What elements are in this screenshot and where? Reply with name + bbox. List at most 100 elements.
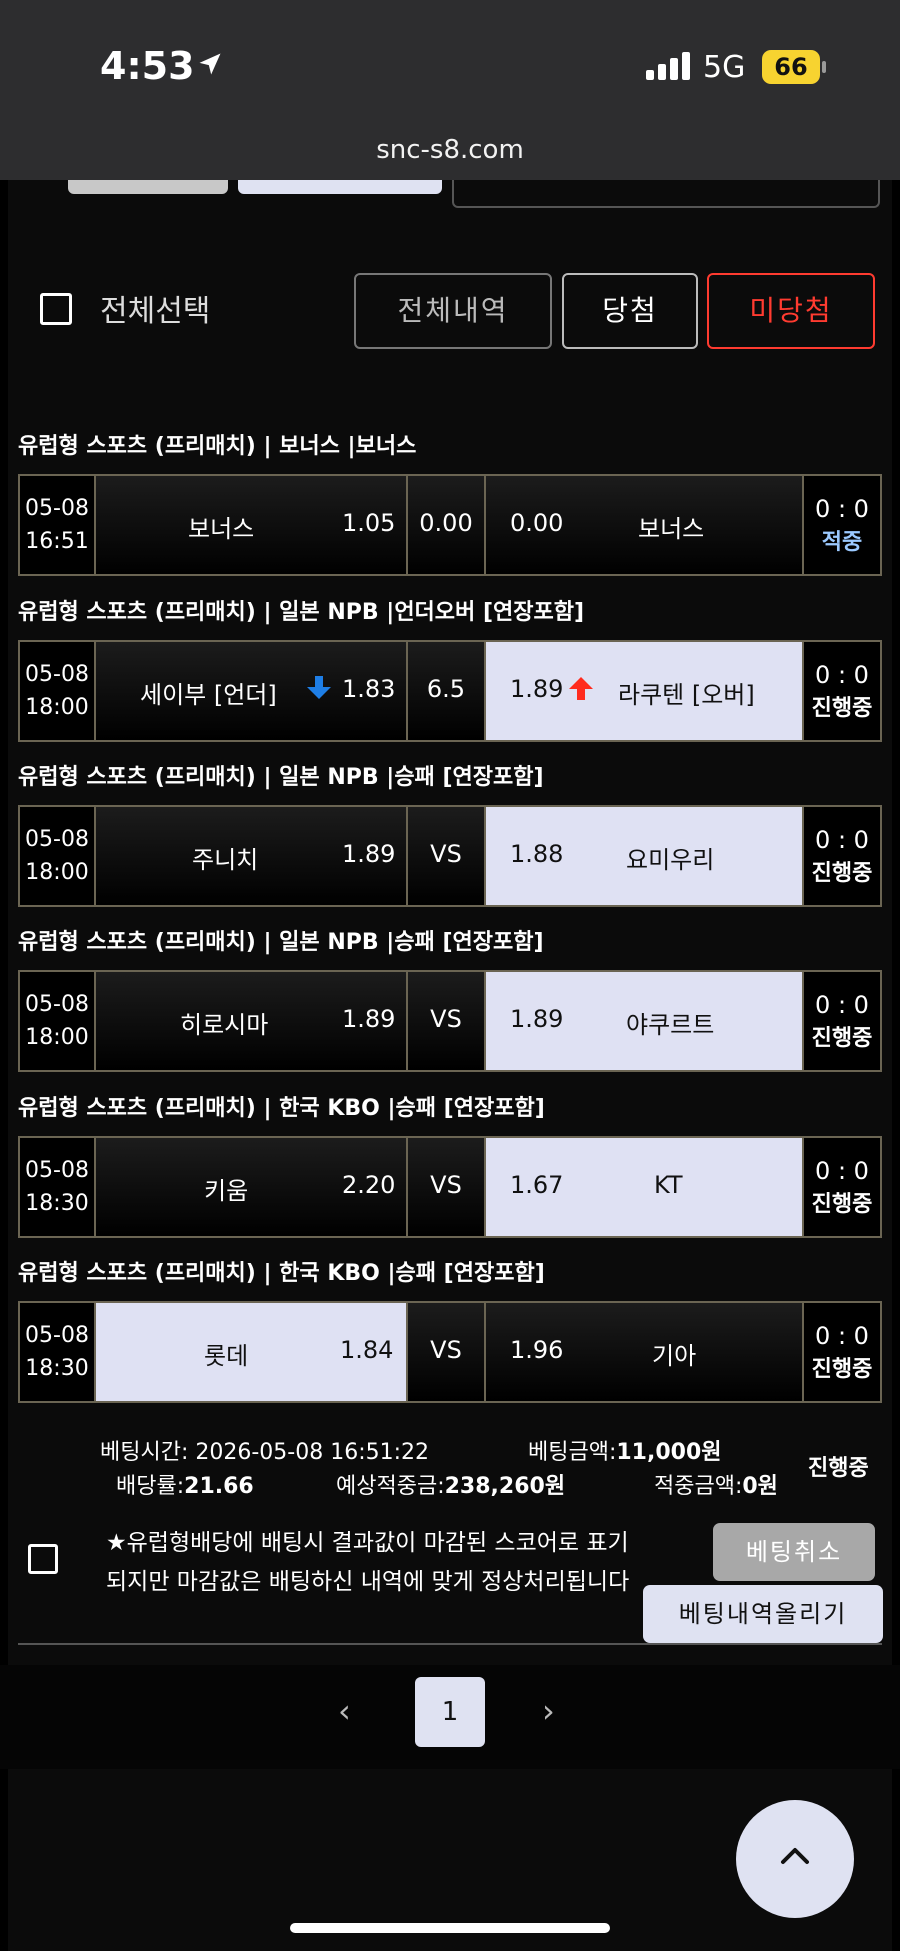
- upload-history-button[interactable]: 베팅내역올리기: [643, 1585, 883, 1643]
- vs-label: VS: [408, 1303, 486, 1401]
- divider: [18, 1643, 882, 1645]
- select-all-checkbox[interactable]: [40, 293, 72, 325]
- away-team-cell-selected[interactable]: 1.89 라쿠텐 [오버]: [486, 642, 804, 740]
- up-arrow-icon: [568, 676, 594, 704]
- away-team-name: 보너스: [638, 515, 705, 543]
- vs-label: VS: [408, 807, 486, 905]
- next-page-icon[interactable]: ›: [542, 1692, 555, 1730]
- away-team-cell-selected[interactable]: 1.67 KT: [486, 1138, 804, 1236]
- status-badge: 진행중: [811, 1192, 873, 1217]
- bet-row: 05-08 18:30 키움 2.20 VS 1.67 KT 0 : 0 진행중: [18, 1136, 882, 1238]
- status-time: 4:53: [100, 44, 195, 88]
- page-number-current[interactable]: 1: [415, 1677, 485, 1747]
- away-team-cell-selected[interactable]: 1.89 야쿠르트: [486, 972, 804, 1070]
- match-datetime: 05-08 18:30: [20, 1138, 96, 1236]
- away-odds: 1.89: [510, 1005, 564, 1033]
- score-cell: 0 : 0 진행중: [804, 642, 880, 740]
- away-odds: 1.89: [510, 675, 564, 703]
- away-team-name: 라쿠텐 [오버]: [618, 681, 755, 709]
- handicap-value: 6.5: [408, 642, 486, 740]
- group-header: 유럽형 스포츠 (프리매치) | 일본 NPB |언더오버 [연장포함]: [18, 600, 585, 625]
- away-odds: 1.88: [510, 840, 564, 868]
- away-team-name: 야쿠르트: [626, 1011, 715, 1039]
- url-bar[interactable]: snc-s8.com: [0, 135, 900, 165]
- expected-winnings: 예상적중금:238,260원: [336, 1474, 566, 1499]
- all-history-button[interactable]: 전체내역: [354, 273, 552, 349]
- score-cell: 0 : 0 진행중: [804, 1303, 880, 1401]
- handicap-value: 0.00: [408, 476, 486, 574]
- battery-icon: 66: [762, 50, 820, 84]
- home-team-name: 키움: [204, 1177, 249, 1205]
- status-badge: 진행중: [811, 861, 873, 886]
- away-odds: 1.96: [510, 1336, 564, 1364]
- away-team-name: KT: [654, 1171, 683, 1199]
- tab-fragment[interactable]: [238, 180, 442, 194]
- away-team-cell-selected[interactable]: 1.88 요미우리: [486, 807, 804, 905]
- match-datetime: 05-08 16:51: [20, 476, 96, 574]
- cancel-bet-button[interactable]: 베팅취소: [713, 1523, 875, 1581]
- home-odds: 1.84: [340, 1336, 394, 1364]
- date-input-fragment[interactable]: [452, 180, 880, 208]
- group-header: 유럽형 스포츠 (프리매치) | 한국 KBO |승패 [연장포함]: [18, 1096, 545, 1121]
- away-team-cell[interactable]: 1.96 기아: [486, 1303, 804, 1401]
- tab-fragment[interactable]: [68, 180, 228, 194]
- bet-row: 05-08 18:30 롯데 1.84 VS 1.96 기아 0 : 0 진행중: [18, 1301, 882, 1403]
- vs-label: VS: [408, 1138, 486, 1236]
- match-datetime: 05-08 18:00: [20, 642, 96, 740]
- home-odds: 1.89: [342, 840, 396, 868]
- home-team-cell[interactable]: 세이부 [언더] 1.83: [96, 642, 408, 740]
- score-cell: 0 : 0 진행중: [804, 807, 880, 905]
- scroll-top-button[interactable]: [736, 1800, 854, 1918]
- network-type: 5G: [703, 50, 746, 85]
- home-indicator: [290, 1923, 610, 1933]
- status-badge: 진행중: [811, 696, 873, 721]
- home-team-cell-selected[interactable]: 롯데 1.84: [96, 1303, 408, 1401]
- home-team-name: 히로시마: [180, 1011, 269, 1039]
- home-team-cell[interactable]: 히로시마 1.89: [96, 972, 408, 1070]
- group-header: 유럽형 스포츠 (프리매치) | 일본 NPB |승패 [연장포함]: [18, 930, 544, 955]
- home-odds: 1.89: [342, 1005, 396, 1033]
- battery-nub: [822, 61, 826, 73]
- home-team-cell[interactable]: 보너스 1.05: [96, 476, 408, 574]
- score-cell: 0 : 0 진행중: [804, 1138, 880, 1236]
- home-odds: 1.05: [342, 509, 396, 537]
- group-header: 유럽형 스포츠 (프리매치) | 한국 KBO |승패 [연장포함]: [18, 1261, 545, 1286]
- home-team-name: 세이부 [언더]: [140, 681, 277, 709]
- match-datetime: 05-08 18:00: [20, 807, 96, 905]
- not-won-filter-button[interactable]: 미당첨: [707, 273, 875, 349]
- away-odds: 0.00: [510, 509, 564, 537]
- score-cell: 0 : 0 적중: [804, 476, 880, 574]
- home-odds: 2.20: [342, 1171, 396, 1199]
- bet-row: 05-08 18:00 히로시마 1.89 VS 1.89 야쿠르트 0 : 0진…: [18, 970, 882, 1072]
- group-header: 유럽형 스포츠 (프리매치) | 일본 NPB |승패 [연장포함]: [18, 765, 544, 790]
- home-team-name: 보너스: [188, 515, 255, 543]
- signal-icon: [646, 52, 692, 84]
- bet-row: 05-08 18:00 주니치 1.89 VS 1.88 요미우리 0 : 0 진행…: [18, 805, 882, 907]
- home-team-cell[interactable]: 주니치 1.89: [96, 807, 408, 905]
- home-team-name: 주니치: [192, 846, 259, 874]
- status-badge: 적중: [821, 530, 863, 555]
- browser-chrome: 4:53 5G 66 snc-s8.com: [0, 0, 900, 180]
- home-odds: 1.83: [342, 675, 396, 703]
- down-arrow-icon: [306, 676, 332, 704]
- status-badge: 진행중: [811, 1357, 873, 1382]
- location-arrow-icon: [196, 50, 224, 82]
- away-team-name: 요미우리: [626, 846, 715, 874]
- score-cell: 0 : 0 진행중: [804, 972, 880, 1070]
- away-team-cell[interactable]: 0.00 보너스: [486, 476, 804, 574]
- bet-row: 05-08 18:00 세이부 [언더] 1.83 6.5 1.89 라쿠텐 [오…: [18, 640, 882, 742]
- hit-amount: 적중금액:0원: [654, 1474, 778, 1499]
- prev-page-icon[interactable]: ‹: [338, 1692, 351, 1730]
- notice-text: ★유럽형배당에 배팅시 결과값이 마감된 스코어로 표기되지만 마감값은 배팅하…: [106, 1530, 630, 1595]
- home-team-name: 롯데: [204, 1342, 249, 1370]
- won-filter-button[interactable]: 당첨: [562, 273, 698, 349]
- home-team-cell[interactable]: 키움 2.20: [96, 1138, 408, 1236]
- away-odds: 1.67: [510, 1171, 564, 1199]
- bet-select-checkbox[interactable]: [28, 1544, 58, 1574]
- vs-label: VS: [408, 972, 486, 1070]
- match-datetime: 05-08 18:00: [20, 972, 96, 1070]
- chevron-up-icon: [781, 1848, 809, 1864]
- select-all-label[interactable]: 전체선택: [100, 286, 210, 330]
- match-datetime: 05-08 18:30: [20, 1303, 96, 1401]
- bet-status: 진행중: [808, 1456, 869, 1481]
